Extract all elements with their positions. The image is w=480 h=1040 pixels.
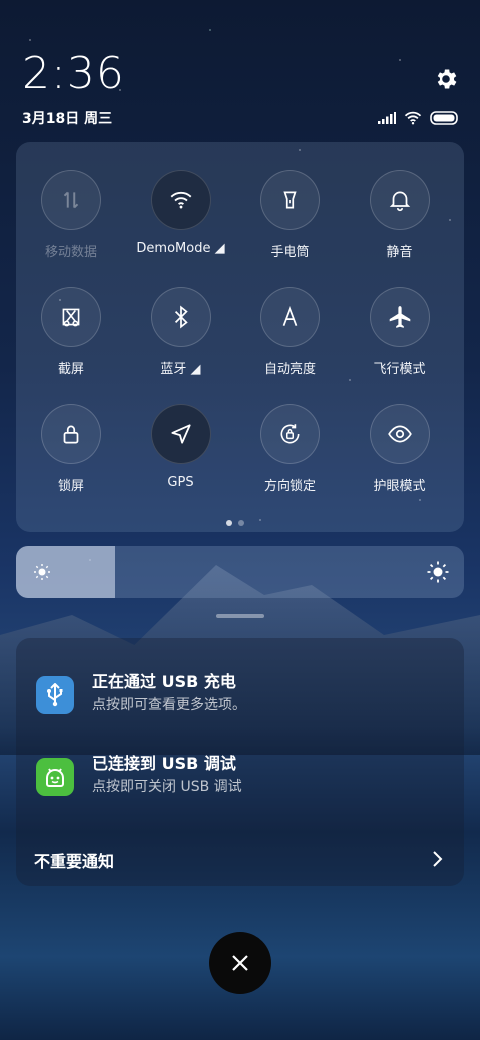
quick-tile[interactable]: 手电筒	[235, 170, 345, 260]
flashlight-icon	[283, 191, 297, 209]
quick-tile-label: 方向锁定	[263, 479, 316, 494]
clock-date: 3月18日 周三	[22, 111, 113, 127]
quick-tile-button[interactable]	[150, 287, 211, 347]
quick-tile-label: 移动数据	[44, 245, 97, 260]
notification-panel: 正在通过 USB 充电 点按即可查看更多选项。 已连接到 USB 调试 点按即可…	[16, 638, 464, 886]
quick-tile-button[interactable]	[150, 404, 211, 464]
quick-tile-button[interactable]	[41, 287, 101, 347]
clock-time: 2:36	[22, 48, 125, 99]
quick-tile[interactable]: GPS	[126, 404, 236, 490]
drag-handle[interactable]	[216, 614, 264, 618]
quick-tile-label: 手电筒	[270, 245, 310, 260]
quick-settings-panel: 移动数据 DemoMode ◢ 手电筒 静音截屏 蓝牙 ◢ 自动亮度 飞行模式锁屏 GPS 方向…	[16, 142, 464, 532]
quick-tile-button[interactable]	[369, 170, 430, 230]
brightness-slider[interactable]	[16, 546, 464, 598]
quick-tile[interactable]: 锁屏	[16, 404, 126, 494]
quick-tile[interactable]: 方向锁定	[235, 404, 345, 494]
quick-tile-label: 自动亮度	[263, 362, 316, 377]
eye-icon	[387, 425, 412, 443]
screenshot-icon	[62, 308, 80, 327]
quick-tile[interactable]: 静音	[345, 170, 455, 260]
quick-tile-label: 锁屏	[57, 479, 84, 494]
quick-tile-button[interactable]	[260, 287, 320, 347]
notification-title: 正在通过 USB 充电	[92, 672, 236, 691]
quick-tile-label: 护眼模式	[373, 479, 426, 494]
lock-icon	[63, 425, 79, 444]
page-indicator	[226, 520, 244, 526]
close-icon	[232, 955, 248, 971]
quick-tile-label: 飞行模式	[373, 362, 426, 377]
quick-tile[interactable]: 飞行模式	[345, 287, 455, 377]
quick-tile-button[interactable]	[369, 404, 430, 464]
android-debug-icon	[36, 758, 74, 796]
chevron-right-icon[interactable]	[432, 850, 444, 868]
battery-icon	[430, 111, 458, 125]
rotation-lock-icon	[280, 424, 300, 444]
bell-icon	[389, 191, 410, 212]
quick-tile-label: 静音	[386, 245, 413, 260]
quick-tile[interactable]: 护眼模式	[345, 404, 455, 494]
quick-tile-button[interactable]	[260, 170, 320, 230]
brightness-high-icon	[427, 561, 449, 583]
notification-title: 已连接到 USB 调试	[92, 754, 236, 773]
unimportant-notifications-label[interactable]: 不重要通知	[34, 848, 114, 872]
quick-tile[interactable]: 移动数据	[16, 170, 126, 260]
wifi-icon	[404, 111, 422, 125]
page-dot-active	[226, 520, 232, 526]
mobile-data-icon	[63, 191, 79, 209]
quick-tile[interactable]: DemoMode ◢	[126, 170, 236, 256]
quick-tile-button[interactable]	[150, 170, 211, 230]
quick-tile-button[interactable]	[260, 404, 320, 464]
quick-tile-label: GPS	[167, 475, 194, 490]
airplane-icon	[389, 306, 410, 328]
quick-tile[interactable]: 自动亮度	[235, 287, 345, 377]
quick-tile-button[interactable]	[41, 170, 101, 230]
notification-body: 点按即可查看更多选项。	[92, 697, 246, 713]
brightness-low-icon	[34, 564, 50, 580]
page-dot	[238, 520, 244, 526]
quick-tile-label: DemoMode ◢	[136, 241, 225, 256]
location-icon	[170, 424, 191, 444]
quick-tile-label: 截屏	[57, 362, 84, 377]
quick-tile-button[interactable]	[41, 404, 101, 464]
auto-brightness-icon	[282, 305, 298, 326]
quick-tile[interactable]: 蓝牙 ◢	[126, 287, 236, 377]
quick-tile[interactable]: 截屏	[16, 287, 126, 377]
notification-usb-charging[interactable]: 正在通过 USB 充电 点按即可查看更多选项。	[36, 668, 456, 718]
bluetooth-icon	[174, 305, 188, 329]
usb-icon	[36, 676, 74, 714]
notification-usb-debugging[interactable]: 已连接到 USB 调试 点按即可关闭 USB 调试	[36, 750, 456, 800]
status-icons	[378, 110, 460, 126]
clear-all-button[interactable]	[209, 932, 271, 994]
quick-tile-button[interactable]	[369, 287, 430, 347]
notification-body: 点按即可关闭 USB 调试	[92, 779, 242, 795]
wifi-icon	[170, 191, 191, 209]
gear-icon[interactable]	[433, 66, 459, 92]
signal-icon	[378, 112, 396, 124]
quick-tile-label: 蓝牙 ◢	[160, 362, 201, 377]
brightness-fill	[16, 546, 115, 598]
